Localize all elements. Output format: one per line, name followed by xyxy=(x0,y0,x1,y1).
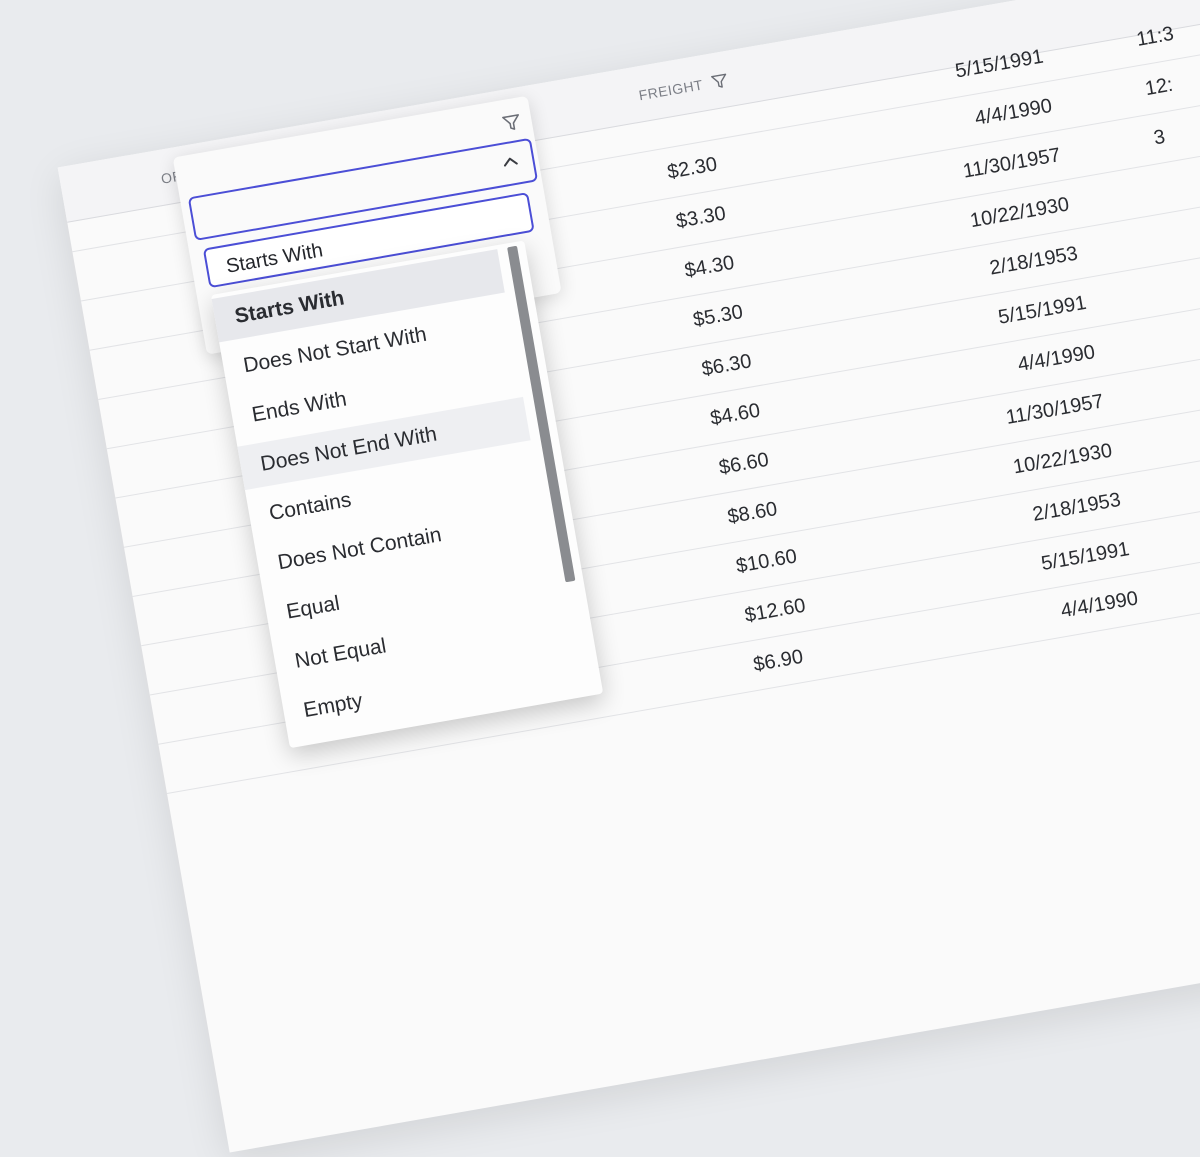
freight-cell: $5.30 xyxy=(692,301,745,332)
freight-cell: $3.30 xyxy=(674,203,727,234)
time-cell: 11:3 xyxy=(1135,23,1176,52)
column-filter-panel: Starts With Starts WithDoes Not Start Wi… xyxy=(173,96,562,355)
chevron-up-icon[interactable] xyxy=(501,153,519,170)
stage: ORDER ID CUSTOMER ID FREIGHT 5/15/199111… xyxy=(0,0,1200,621)
freight-cell: $12.60 xyxy=(743,595,807,628)
data-grid: ORDER ID CUSTOMER ID FREIGHT 5/15/199111… xyxy=(58,0,1200,1153)
freight-cell: $8.60 xyxy=(726,498,779,529)
freight-cell: $6.30 xyxy=(700,350,753,381)
filter-funnel-icon[interactable] xyxy=(500,111,523,134)
freight-cell: $6.60 xyxy=(717,449,770,480)
freight-cell: $10.60 xyxy=(735,545,799,578)
time-cell: 3 xyxy=(1152,126,1167,151)
freight-cell: $6.90 xyxy=(752,646,805,677)
freight-cell: $4.60 xyxy=(709,400,762,431)
freight-cell: $2.30 xyxy=(666,153,719,184)
freight-cell: $4.30 xyxy=(683,252,736,283)
time-cell: 12: xyxy=(1143,74,1174,101)
